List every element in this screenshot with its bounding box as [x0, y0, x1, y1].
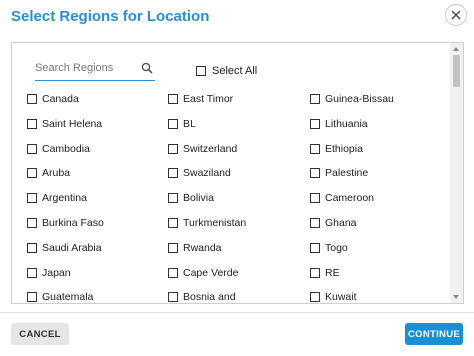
region-checkbox[interactable]: [168, 218, 178, 228]
region-option[interactable]: Rwanda: [168, 241, 222, 255]
region-label: Togo: [325, 242, 348, 254]
region-option[interactable]: Cape Verde: [168, 266, 238, 280]
region-label: Guinea-Bissau: [325, 93, 394, 105]
region-checkbox[interactable]: [310, 193, 320, 203]
select-all[interactable]: Select All: [196, 64, 257, 78]
region-checkbox[interactable]: [168, 243, 178, 253]
close-button[interactable]: [445, 4, 467, 26]
region-option[interactable]: Cameroon: [310, 191, 374, 205]
region-label: RE: [325, 267, 340, 279]
region-option[interactable]: Saint Helena: [27, 117, 102, 131]
region-label: Ghana: [325, 217, 357, 229]
region-option[interactable]: Bolivia: [168, 191, 214, 205]
region-option[interactable]: East Timor: [168, 92, 233, 106]
region-checkbox[interactable]: [27, 218, 37, 228]
region-checkbox[interactable]: [168, 168, 178, 178]
region-option[interactable]: Ghana: [310, 216, 357, 230]
dialog-title: Select Regions for Location: [11, 8, 210, 25]
cancel-button[interactable]: CANCEL: [11, 323, 69, 345]
region-label: Canada: [42, 93, 79, 105]
region-option[interactable]: Guinea-Bissau: [310, 92, 394, 106]
region-label: Swaziland: [183, 167, 231, 179]
region-checkbox[interactable]: [168, 193, 178, 203]
region-checkbox[interactable]: [168, 292, 178, 302]
region-checkbox[interactable]: [310, 94, 320, 104]
region-option[interactable]: Ethiopia: [310, 142, 363, 156]
search-icon[interactable]: [141, 62, 153, 74]
region-option[interactable]: Japan: [27, 266, 71, 280]
region-option[interactable]: BL: [168, 117, 196, 131]
region-label: Rwanda: [183, 242, 222, 254]
region-option[interactable]: Switzerland: [168, 142, 237, 156]
region-label: Burkina Faso: [42, 217, 104, 229]
region-option[interactable]: RE: [310, 266, 340, 280]
search-input[interactable]: [35, 58, 135, 78]
region-checkbox[interactable]: [27, 268, 37, 278]
region-label: Argentina: [42, 192, 87, 204]
dialog-footer: CANCEL CONTINUE: [0, 312, 474, 356]
region-checkbox[interactable]: [310, 119, 320, 129]
region-label: Cambodia: [42, 143, 90, 155]
region-checkbox[interactable]: [168, 119, 178, 129]
region-label: Aruba: [42, 167, 71, 179]
region-checkbox[interactable]: [310, 144, 320, 154]
region-checkbox[interactable]: [310, 168, 320, 178]
region-select-dialog: Select Regions for Location Select All C…: [0, 0, 474, 356]
region-checkbox[interactable]: [27, 292, 37, 302]
region-label: Bolivia: [183, 192, 214, 204]
region-checkbox[interactable]: [168, 94, 178, 104]
regions-panel: Select All Canada East Timor Guinea-Bissau…: [11, 42, 464, 304]
region-checkbox[interactable]: [168, 144, 178, 154]
region-checkbox[interactable]: [27, 119, 37, 129]
region-checkbox[interactable]: [27, 144, 37, 154]
region-label: Cameroon: [325, 192, 375, 204]
region-option[interactable]: Burkina Faso: [27, 216, 104, 230]
region-label: Japan: [42, 267, 71, 279]
region-label: Bosnia and: [183, 291, 236, 303]
region-label: Lithuania: [325, 118, 368, 130]
region-option[interactable]: Kuwait: [310, 290, 357, 303]
region-label: East Timor: [183, 93, 234, 105]
region-checkbox[interactable]: [310, 292, 320, 302]
region-label: Kuwait: [325, 291, 357, 303]
region-option[interactable]: Argentina: [27, 191, 87, 205]
region-checkbox[interactable]: [27, 243, 37, 253]
close-icon: [451, 10, 461, 20]
search-box: [35, 58, 155, 81]
region-checkbox[interactable]: [310, 243, 320, 253]
scroll-down-arrow-icon[interactable]: [453, 295, 459, 299]
region-option[interactable]: Swaziland: [168, 166, 231, 180]
region-option[interactable]: Aruba: [27, 166, 70, 180]
region-option[interactable]: Togo: [310, 241, 348, 255]
region-option[interactable]: Guatemala: [27, 290, 94, 303]
region-checkbox[interactable]: [310, 268, 320, 278]
region-checkbox[interactable]: [27, 168, 37, 178]
region-option[interactable]: Palestine: [310, 166, 368, 180]
region-label: Turkmenistan: [183, 217, 247, 229]
region-label: BL: [183, 118, 196, 130]
scrollbar[interactable]: [450, 43, 463, 303]
region-option[interactable]: Saudi Arabia: [27, 241, 102, 255]
select-all-label: Select All: [212, 65, 258, 77]
region-label: Saint Helena: [42, 118, 103, 130]
region-label: Ethiopia: [325, 143, 363, 155]
continue-button[interactable]: CONTINUE: [405, 323, 463, 345]
scrollbar-thumb[interactable]: [453, 55, 460, 87]
region-checkbox[interactable]: [168, 268, 178, 278]
region-option[interactable]: Cambodia: [27, 142, 90, 156]
region-label: Palestine: [325, 167, 369, 179]
region-label: Guatemala: [42, 291, 94, 303]
region-label: Switzerland: [183, 143, 238, 155]
region-checkbox[interactable]: [27, 193, 37, 203]
region-label: Saudi Arabia: [42, 242, 102, 254]
region-option[interactable]: Lithuania: [310, 117, 368, 131]
scroll-up-arrow-icon[interactable]: [453, 47, 459, 51]
region-label: Cape Verde: [183, 267, 239, 279]
region-option[interactable]: Turkmenistan: [168, 216, 246, 230]
region-checkbox[interactable]: [310, 218, 320, 228]
region-checkbox[interactable]: [27, 94, 37, 104]
select-all-checkbox[interactable]: [196, 66, 206, 76]
region-option[interactable]: Bosnia and: [168, 290, 236, 303]
region-option[interactable]: Canada: [27, 92, 79, 106]
